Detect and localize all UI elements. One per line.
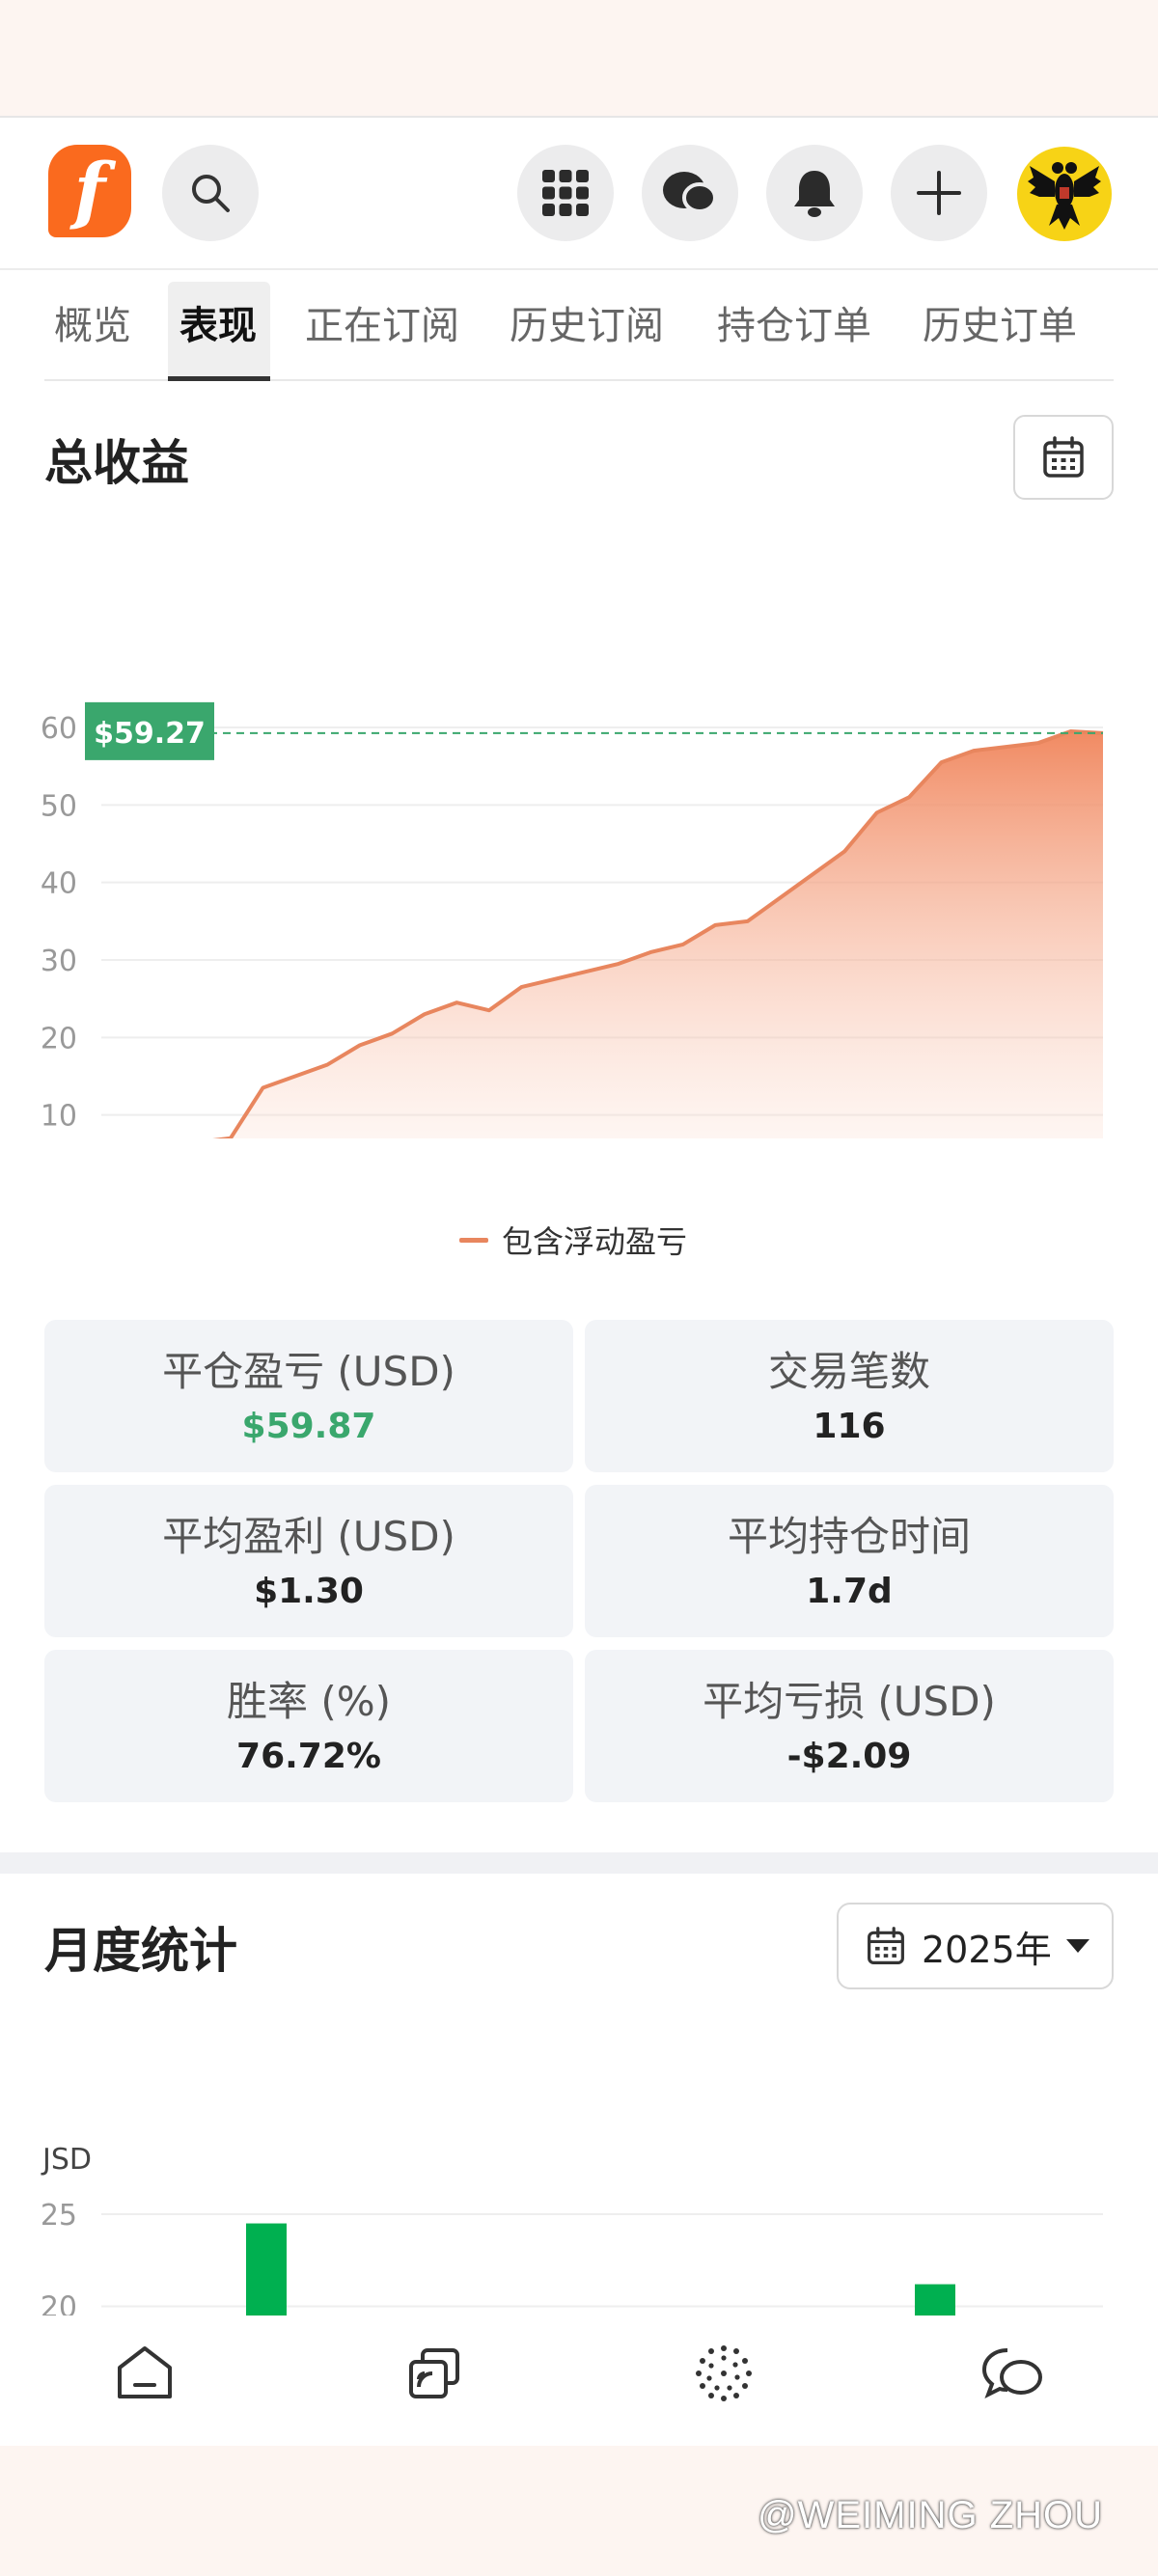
apps-button[interactable] <box>517 145 614 241</box>
year-selector[interactable]: 2025年 <box>837 1903 1114 1989</box>
year-label: 2025年 <box>922 1928 1052 1971</box>
community-button[interactable] <box>642 145 738 241</box>
dotted-globe-icon <box>696 2345 752 2401</box>
create-button[interactable] <box>891 145 987 241</box>
avatar[interactable] <box>1017 147 1112 241</box>
stat-trade-count: 交易笔数 116 <box>585 1320 1114 1472</box>
y-tick-label: 10 <box>41 1100 77 1134</box>
y-tick-label: 25 <box>41 2199 77 2233</box>
caret-down-icon <box>1065 1939 1089 1953</box>
stat-label: 平均亏损 (USD) <box>703 1678 996 1725</box>
date-range-button[interactable] <box>1013 415 1114 500</box>
y-axis-unit: JSD <box>41 2143 92 2177</box>
bar <box>246 2223 287 2316</box>
chat-bubbles-icon <box>981 2348 1042 2399</box>
stat-value: $1.30 <box>254 1572 364 1611</box>
stacked-cards-icon <box>409 2348 459 2398</box>
y-tick-label: 60 <box>41 712 77 746</box>
legend-swatch <box>459 1237 488 1243</box>
tab-overview[interactable]: 概览 <box>54 270 131 374</box>
y-tick-label: 50 <box>41 789 77 823</box>
stat-label: 平仓盈亏 (USD) <box>162 1348 455 1395</box>
stat-win-rate: 胜率 (%) 76.72% <box>44 1650 573 1802</box>
y-tick-label: 30 <box>41 945 77 978</box>
monthly-bar-chart: JSD152025 <box>41 2143 1103 2316</box>
section-divider <box>0 1852 1158 1874</box>
tab-bar: 概览 表现 正在订阅 历史订阅 持仓订单 历史订单 <box>0 270 1158 376</box>
plus-icon <box>917 171 961 215</box>
tab-history-subscriptions[interactable]: 历史订阅 <box>510 270 664 374</box>
stat-label: 胜率 (%) <box>226 1678 392 1725</box>
stat-value: 1.7d <box>806 1572 893 1611</box>
y-tick-label: 20 <box>41 1022 77 1055</box>
active-tab-indicator <box>168 376 270 381</box>
current-value-label: $59.27 <box>94 717 206 751</box>
calendar-icon <box>868 1927 904 1964</box>
watermark: @WEIMING ZHOU <box>758 2494 1104 2536</box>
bar <box>915 2284 955 2316</box>
stat-avg-profit: 平均盈利 (USD) $1.30 <box>44 1485 573 1637</box>
chart-legend: 包含浮动盈亏 <box>459 1218 687 1262</box>
stat-closed-pnl: 平仓盈亏 (USD) $59.87 <box>44 1320 573 1472</box>
search-icon <box>192 175 230 212</box>
tab-open-positions[interactable]: 持仓订单 <box>717 270 871 374</box>
grid-icon <box>542 170 589 216</box>
tab-history-orders[interactable]: 历史订单 <box>923 270 1077 374</box>
stat-label: 交易笔数 <box>767 1348 930 1395</box>
bottom-navigation <box>0 2316 1158 2446</box>
home-icon <box>118 2346 172 2398</box>
area-fill <box>228 731 1103 1138</box>
monthly-stats-title: 月度统计 <box>44 1923 237 1979</box>
search-button[interactable] <box>162 145 259 241</box>
total-return-title: 总收益 <box>44 435 189 491</box>
app-screen: f 概览 表现 正在订阅 历史订阅 持仓订单 历史订单 总收益 10 20 30… <box>0 116 1158 2446</box>
eagle-avatar-icon <box>1028 162 1101 230</box>
calendar-icon <box>1043 436 1084 478</box>
legend-label: 包含浮动盈亏 <box>502 1223 688 1260</box>
bell-icon <box>794 171 835 217</box>
stat-label: 平均持仓时间 <box>727 1513 971 1560</box>
tab-performance[interactable]: 表现 <box>179 270 257 374</box>
stat-value: 76.72% <box>236 1737 381 1776</box>
y-tick-label: 20 <box>41 2291 77 2316</box>
nav-copy-trading[interactable] <box>396 2335 473 2412</box>
stat-value: 116 <box>813 1407 886 1446</box>
app-logo[interactable]: f <box>48 145 131 237</box>
notifications-button[interactable] <box>766 145 863 241</box>
stat-value: -$2.09 <box>786 1737 912 1776</box>
nav-discover[interactable] <box>685 2335 762 2412</box>
total-return-chart: 0102030405060$59.2710月30日12月04日01月13日 <box>41 701 1104 1138</box>
y-tick-label: 40 <box>41 867 77 901</box>
tab-active-subscriptions[interactable]: 正在订阅 <box>305 270 459 374</box>
nav-home[interactable] <box>106 2335 183 2412</box>
top-bar: f <box>0 116 1158 270</box>
chat-bubbles-icon <box>663 172 717 213</box>
nav-messages[interactable] <box>975 2335 1052 2412</box>
stat-avg-hold-time: 平均持仓时间 1.7d <box>585 1485 1114 1637</box>
stat-label: 平均盈利 (USD) <box>162 1513 455 1560</box>
stat-value: $59.87 <box>241 1407 376 1446</box>
stat-avg-loss: 平均亏损 (USD) -$2.09 <box>585 1650 1114 1802</box>
